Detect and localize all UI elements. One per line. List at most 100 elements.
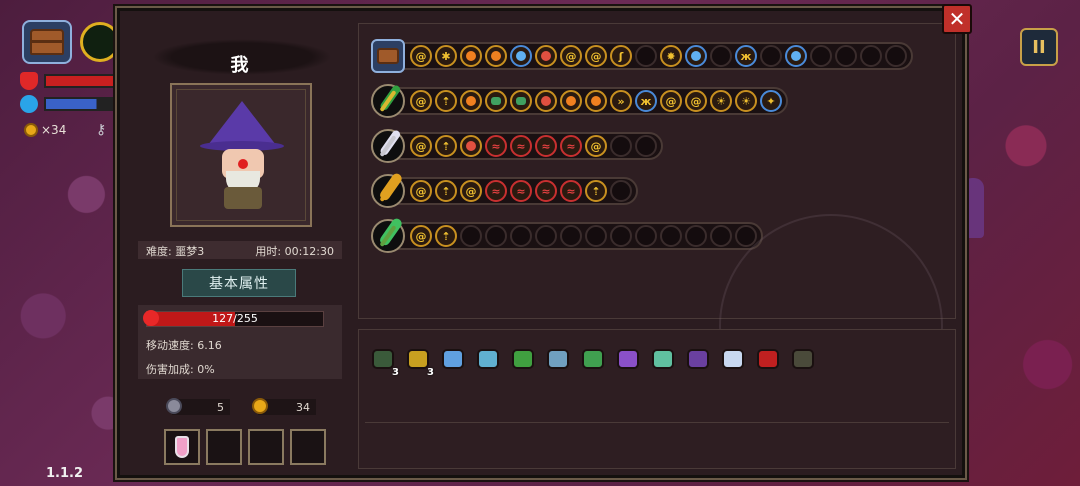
orb-red-rune-icon[interactable] xyxy=(535,90,557,112)
fire-red-rune-icon[interactable] xyxy=(485,45,507,67)
empty-rune-slot[interactable] xyxy=(635,225,657,247)
spiral-rune-icon[interactable]: @ xyxy=(410,180,432,202)
jar-rune-icon[interactable] xyxy=(510,90,532,112)
spiral-rune-icon[interactable]: @ xyxy=(585,135,607,157)
tab-basic-attributes[interactable]: 基本属性 xyxy=(182,269,296,297)
empty-rune-slot[interactable] xyxy=(710,225,732,247)
wave-rune-icon[interactable]: ≈ xyxy=(560,135,582,157)
cloak-item[interactable]: 3 xyxy=(367,344,399,378)
arrow-rune-icon[interactable]: ⇡ xyxy=(435,180,457,202)
wave-rune-icon[interactable]: ≈ xyxy=(485,180,507,202)
spiral-rune-icon[interactable]: @ xyxy=(460,180,482,202)
sun-rune-icon[interactable]: ☀ xyxy=(710,90,732,112)
wave-rune-icon[interactable]: ≈ xyxy=(485,135,507,157)
flower-item[interactable] xyxy=(717,344,748,374)
pause-button[interactable]: II xyxy=(1020,28,1058,66)
spiral-rune-icon[interactable]: @ xyxy=(410,90,432,112)
close-button[interactable]: ✕ xyxy=(942,4,972,34)
consumable-slot[interactable] xyxy=(290,429,326,465)
butterfly-rune-icon[interactable]: ж xyxy=(635,90,657,112)
heart-icon xyxy=(20,72,38,90)
spiral-rune-icon[interactable]: @ xyxy=(410,45,432,67)
empty-rune-slot[interactable] xyxy=(810,45,832,67)
fire-red-rune-icon[interactable] xyxy=(560,90,582,112)
arrow-rune-icon[interactable]: ⇡ xyxy=(585,180,607,202)
butterfly-rune-icon[interactable]: ж xyxy=(735,45,757,67)
staff-vine-icon[interactable] xyxy=(371,219,405,253)
scroll-item[interactable] xyxy=(542,344,573,374)
boot-item[interactable] xyxy=(472,344,503,374)
spiral-rune-icon[interactable]: @ xyxy=(660,90,682,112)
coin-icon xyxy=(252,398,268,414)
arrow-rune-icon[interactable]: ⇡ xyxy=(435,225,457,247)
empty-rune-slot[interactable] xyxy=(660,225,682,247)
empty-rune-slot[interactable] xyxy=(460,225,482,247)
empty-rune-slot[interactable] xyxy=(610,180,632,202)
magic-rune-icon[interactable]: ✦ xyxy=(760,90,782,112)
fire-red-rune-icon[interactable] xyxy=(460,90,482,112)
hud-health-bar xyxy=(20,72,120,90)
wave-rune-icon[interactable]: ≈ xyxy=(535,135,557,157)
orb-blue-rune-icon[interactable] xyxy=(510,45,532,67)
staff-silver-icon[interactable] xyxy=(371,129,405,163)
empty-rune-slot[interactable] xyxy=(485,225,507,247)
fire-red-rune-icon[interactable] xyxy=(585,90,607,112)
sun-rune-icon[interactable]: ☀ xyxy=(735,90,757,112)
consumable-slot[interactable] xyxy=(248,429,284,465)
empty-rune-slot[interactable] xyxy=(885,45,907,67)
chest-weapon-icon[interactable] xyxy=(371,39,405,73)
orb-blue-rune-icon[interactable] xyxy=(785,45,807,67)
wizard-hat-icon xyxy=(616,349,639,369)
mask-item[interactable] xyxy=(787,344,818,374)
wave-rune-icon[interactable]: ≈ xyxy=(510,135,532,157)
consumable-slot[interactable] xyxy=(206,429,242,465)
worm-item[interactable] xyxy=(647,344,678,374)
consumable-slot[interactable] xyxy=(164,429,200,465)
orb-red-rune-icon[interactable] xyxy=(460,135,482,157)
wave-rune-icon[interactable]: ≈ xyxy=(510,180,532,202)
spark-rune-icon[interactable]: ✱ xyxy=(435,45,457,67)
spiral-rune-icon[interactable]: @ xyxy=(685,90,707,112)
orb-blue-rune-icon[interactable] xyxy=(685,45,707,67)
fire-rune-icon[interactable]: ʃ xyxy=(610,45,632,67)
empty-rune-slot[interactable] xyxy=(860,45,882,67)
empty-rune-slot[interactable] xyxy=(835,45,857,67)
empty-rune-slot[interactable] xyxy=(560,225,582,247)
spiral-rune-icon[interactable]: @ xyxy=(410,135,432,157)
orb-red-rune-icon[interactable] xyxy=(535,45,557,67)
staff-green-icon[interactable] xyxy=(371,84,405,118)
arrow-rune-icon[interactable]: ⇡ xyxy=(435,135,457,157)
burst-rune-icon[interactable]: ✸ xyxy=(660,45,682,67)
hud-weapon-icon[interactable] xyxy=(80,22,120,62)
hud-chest-button[interactable] xyxy=(22,20,72,64)
robe-item[interactable] xyxy=(682,344,713,374)
arrow-rune-icon[interactable]: ⇡ xyxy=(435,90,457,112)
empty-rune-slot[interactable] xyxy=(635,135,657,157)
wave-rune-icon[interactable]: ≈ xyxy=(560,180,582,202)
empty-rune-slot[interactable] xyxy=(585,225,607,247)
magnifier-item[interactable] xyxy=(437,344,468,374)
empty-rune-slot[interactable] xyxy=(760,45,782,67)
wizard-hat-item[interactable] xyxy=(612,344,643,374)
leaf-item[interactable] xyxy=(577,344,608,374)
empty-rune-slot[interactable] xyxy=(535,225,557,247)
empty-rune-slot[interactable] xyxy=(610,135,632,157)
spiral-rune-icon[interactable]: @ xyxy=(410,225,432,247)
empty-rune-slot[interactable] xyxy=(685,225,707,247)
spiral-rune-icon[interactable]: @ xyxy=(560,45,582,67)
antler-item[interactable]: 3 xyxy=(402,344,434,378)
empty-rune-slot[interactable] xyxy=(735,225,757,247)
empty-rune-slot[interactable] xyxy=(710,45,732,67)
hat-item[interactable] xyxy=(507,344,538,374)
jar-rune-icon[interactable] xyxy=(485,90,507,112)
empty-rune-slot[interactable] xyxy=(510,225,532,247)
spiral-rune-icon[interactable]: @ xyxy=(585,45,607,67)
eye-item[interactable] xyxy=(752,344,783,374)
fire-red-rune-icon[interactable] xyxy=(460,45,482,67)
staff-gold-icon[interactable] xyxy=(371,174,405,208)
wave-rune-icon[interactable]: ≈ xyxy=(535,180,557,202)
empty-rune-slot[interactable] xyxy=(635,45,657,67)
empty-rune-slot[interactable] xyxy=(610,225,632,247)
double-arrow-rune-icon[interactable]: » xyxy=(610,90,632,112)
weapon-row: @ ⇡» ж @ @ ☀ ☀ ✦ xyxy=(371,84,788,118)
